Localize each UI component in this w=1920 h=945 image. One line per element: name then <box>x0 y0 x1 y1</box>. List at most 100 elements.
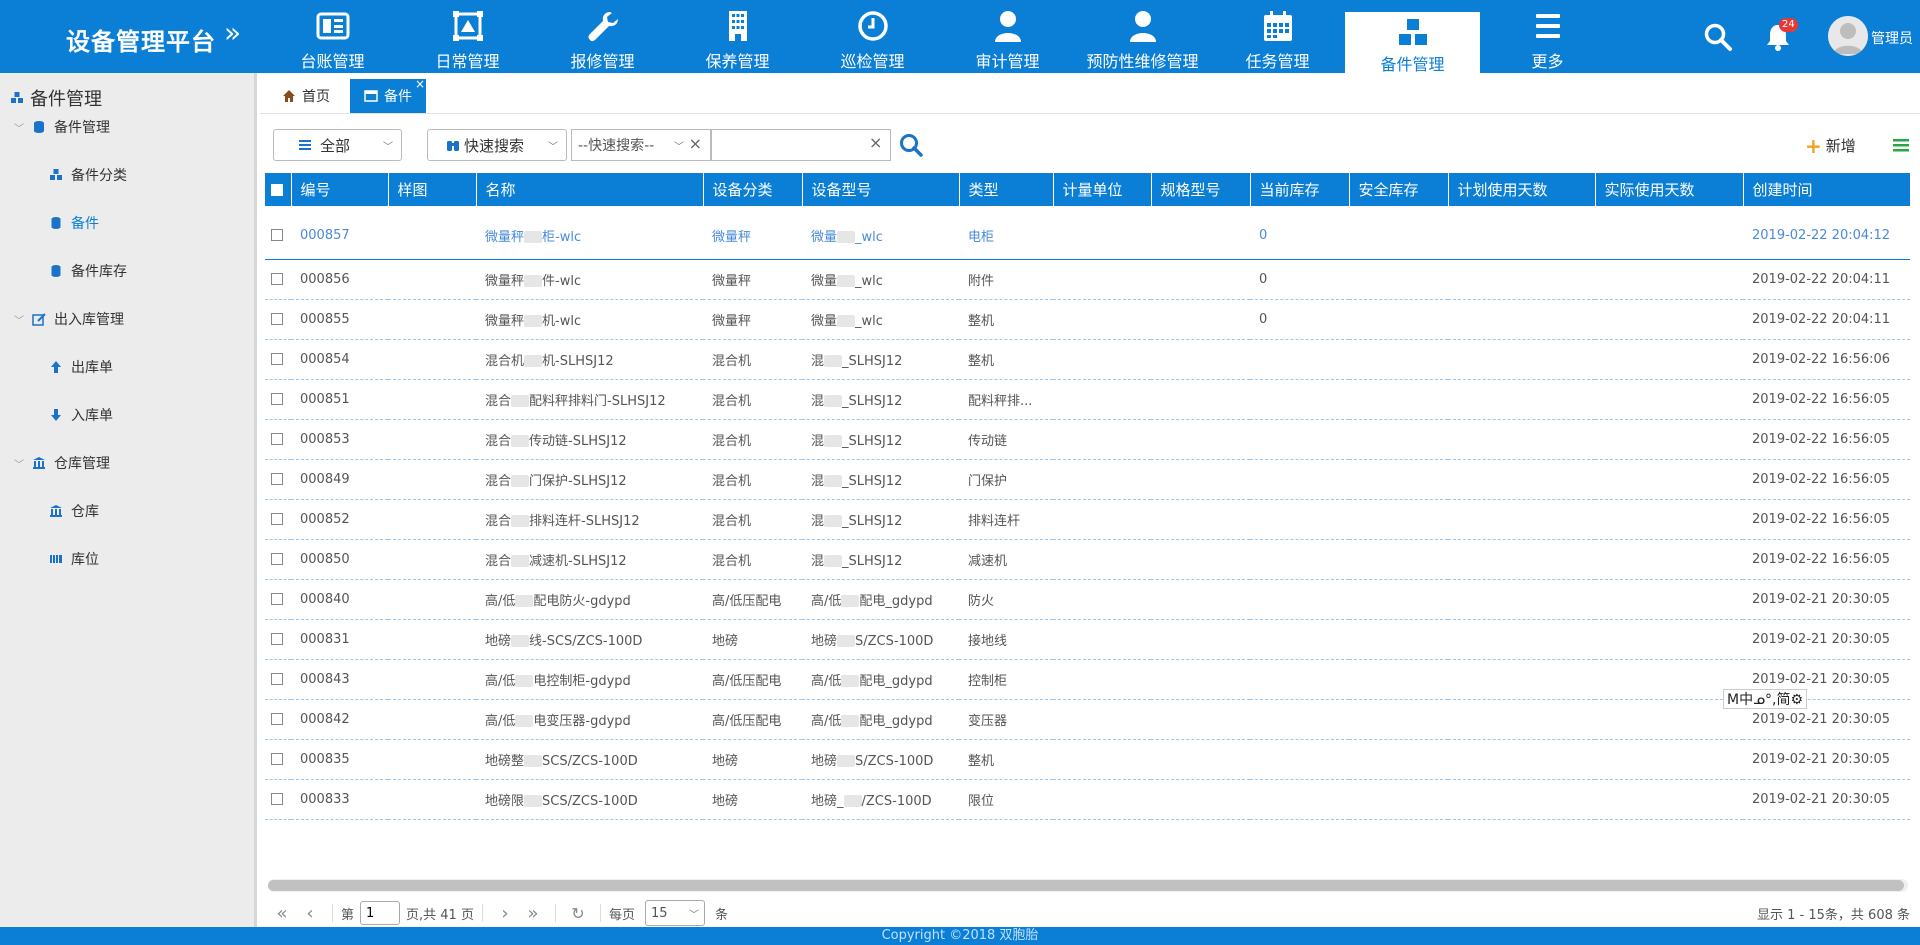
cell-name[interactable]: 混合 门保护-SLHSJ12 <box>476 459 703 500</box>
row-checkbox[interactable] <box>271 633 283 645</box>
table-row[interactable]: 000855 微量秤 机-wlc 微量秤 微量 _wlc 整机 0 2019-02-22 20:… <box>265 299 1910 340</box>
nav-item-6[interactable]: 预防性维修管理 <box>1075 0 1210 73</box>
table-row[interactable]: 000856 微量秤 件-wlc 微量秤 微量 _wlc 附件 0 2019-02-22 20:… <box>265 259 1910 300</box>
cell-name[interactable]: 微量秤 件-wlc <box>476 259 703 300</box>
column-header[interactable]: 样图 <box>388 173 477 206</box>
cell-name[interactable]: 高/低 电变压器-gdypd <box>476 699 703 740</box>
sidebar-item-0-0[interactable]: 备件分类 <box>49 165 127 185</box>
row-checkbox[interactable] <box>271 433 283 445</box>
page-size-select[interactable]: 15 ﹀ <box>644 900 705 926</box>
row-checkbox[interactable] <box>271 229 283 242</box>
table-row[interactable]: 000840 高/低 配电防火-gdypd 高/低压配电 高/低 配电_gdypd 防火 20… <box>265 579 1910 620</box>
table-row[interactable]: 000857 微量秤 柜-wlc 微量秤 微量 _wlc 电柜 0 2019-02-22 20:… <box>265 206 1910 260</box>
column-header[interactable]: 安全库存 <box>1349 173 1449 206</box>
sidebar-group-2[interactable]: ﹀ 仓库管理 <box>14 453 110 473</box>
cell-name[interactable]: 地磅整 SCS/ZCS-100D <box>476 739 703 780</box>
sidebar-item-1-0[interactable]: 出库单 <box>49 357 113 377</box>
cell-name[interactable]: 混合机 机-SLHSJ12 <box>476 339 703 380</box>
nav-item-3[interactable]: 保养管理 <box>670 0 805 73</box>
sidebar-item-2-1[interactable]: 库位 <box>49 549 99 569</box>
search-field-select[interactable]: --快速搜索-- ﹀ × <box>571 129 711 161</box>
nav-item-7[interactable]: 任务管理 <box>1210 0 1345 73</box>
table-row[interactable]: 000853 混合 传动链-SLHSJ12 混合机混 _SLHSJ12 传动链 2019-0… <box>265 419 1910 460</box>
horizontal-scrollbar[interactable] <box>268 879 1908 892</box>
table-row[interactable]: 000842 高/低 电变压器-gdypd 高/低压配电 高/低 配电_gdypd 变压器 2… <box>265 699 1910 740</box>
table-row[interactable]: 000833 地磅限 SCS/ZCS-100D 地磅 地磅_/ZCS-100D 限位 201… <box>265 779 1910 820</box>
nav-item-1[interactable]: 日常管理 <box>400 0 535 73</box>
sidebar-item-0-2[interactable]: 备件库存 <box>49 261 127 281</box>
nav-item-5[interactable]: 审计管理 <box>940 0 1075 73</box>
search-icon[interactable] <box>1703 22 1733 52</box>
table-row[interactable]: 000843 高/低 电控制柜-gdypd 高/低压配电 高/低 配电_gdypd 控制柜 2… <box>265 659 1910 700</box>
tab-home[interactable]: 首页 <box>268 79 344 113</box>
column-header[interactable]: 规格型号 <box>1151 173 1251 206</box>
nav-item-4[interactable]: 巡检管理 <box>805 0 940 73</box>
nav-item-2[interactable]: 报修管理 <box>535 0 670 73</box>
search-input[interactable] <box>711 129 891 161</box>
table-row[interactable]: 000854 混合机 机-SLHSJ12 混合机混 _SLHSJ12 整机 2019-02-… <box>265 339 1910 380</box>
cell-name[interactable]: 高/低 配电防火-gdypd <box>476 579 703 620</box>
column-header[interactable]: 计量单位 <box>1053 173 1152 206</box>
first-page-button[interactable]: « <box>268 903 296 924</box>
sidebar-item-2-0[interactable]: 仓库 <box>49 501 99 521</box>
tab-spare-parts[interactable]: 备件 × <box>350 77 426 113</box>
cell-name[interactable]: 高/低 电控制柜-gdypd <box>476 659 703 700</box>
column-header[interactable]: 创建时间 <box>1743 173 1911 206</box>
column-header[interactable]: 名称 <box>476 173 704 206</box>
row-checkbox[interactable] <box>271 473 283 485</box>
notification-bell-icon[interactable]: 24 <box>1763 18 1798 52</box>
clear-input-icon[interactable]: × <box>869 133 882 152</box>
refresh-icon[interactable]: ↻ <box>564 904 592 923</box>
cell-name[interactable]: 微量秤 柜-wlc <box>476 206 703 260</box>
filter-select[interactable]: 全部 ﹀ <box>273 129 402 161</box>
sidebar-item-1-1[interactable]: 入库单 <box>49 405 113 425</box>
table-row[interactable]: 000835 地磅整 SCS/ZCS-100D 地磅 地磅 S/ZCS-100D 整机 201… <box>265 739 1910 780</box>
row-checkbox[interactable] <box>271 393 283 405</box>
cell-name[interactable]: 地磅限 SCS/ZCS-100D <box>476 779 703 820</box>
table-row[interactable]: 000852 混合 排料连杆-SLHSJ12 混合机混 _SLHSJ12 排料连杆 2019… <box>265 499 1910 540</box>
cell-name[interactable]: 混合 排料连杆-SLHSJ12 <box>476 499 703 540</box>
clear-select-icon[interactable]: × <box>689 134 702 153</box>
cell-name[interactable]: 地磅 线-SCS/ZCS-100D <box>476 619 703 660</box>
page-number-input[interactable] <box>360 901 401 925</box>
cell-name[interactable]: 微量秤 机-wlc <box>476 299 703 340</box>
column-header[interactable]: 当前库存 <box>1250 173 1350 206</box>
table-row[interactable]: 000851 混合 配料秤排料门-SLHSJ12 混合机混 _SLHSJ12 配料秤排..… <box>265 379 1910 420</box>
cell-name[interactable]: 混合 传动链-SLHSJ12 <box>476 419 703 460</box>
row-checkbox[interactable] <box>271 353 283 365</box>
avatar[interactable] <box>1828 16 1868 56</box>
column-settings-icon[interactable] <box>1891 135 1911 155</box>
row-checkbox[interactable] <box>271 273 283 285</box>
row-checkbox[interactable] <box>271 553 283 565</box>
add-button[interactable]: + 新增 <box>1805 135 1856 156</box>
cell-name[interactable]: 混合 配料秤排料门-SLHSJ12 <box>476 379 703 420</box>
row-checkbox[interactable] <box>271 313 283 325</box>
scrollbar-thumb[interactable] <box>268 880 1904 891</box>
row-checkbox[interactable] <box>271 793 283 805</box>
row-checkbox[interactable] <box>271 673 283 685</box>
row-checkbox[interactable] <box>271 753 283 765</box>
column-header[interactable]: 设备型号 <box>802 173 960 206</box>
nav-item-8[interactable]: 备件管理 <box>1345 12 1480 74</box>
sidebar-item-0-1[interactable]: 备件 <box>49 213 99 233</box>
select-all-checkbox[interactable] <box>271 184 283 196</box>
sidebar-group-0[interactable]: ﹀ 备件管理 <box>14 117 110 137</box>
ime-toolbar[interactable]: M中ᓄ°,简⚙ <box>1723 689 1808 709</box>
column-header[interactable]: 计划使用天数 <box>1448 173 1596 206</box>
column-header[interactable]: 类型 <box>959 173 1054 206</box>
user-name[interactable]: 管理员 <box>1871 28 1913 48</box>
nav-item-0[interactable]: 台账管理 <box>265 0 400 73</box>
sidebar-toggle-button[interactable]: » <box>224 19 241 47</box>
row-checkbox[interactable] <box>271 593 283 605</box>
nav-item-9[interactable]: 更多 <box>1480 0 1615 73</box>
table-row[interactable]: 000850 混合 减速机-SLHSJ12 混合机混 _SLHSJ12 减速机 2019-0… <box>265 539 1910 580</box>
table-row[interactable]: 000849 混合 门保护-SLHSJ12 混合机混 _SLHSJ12 门保护 2019-0… <box>265 459 1910 500</box>
column-header[interactable]: 实际使用天数 <box>1595 173 1744 206</box>
search-icon[interactable] <box>898 132 924 158</box>
table-row[interactable]: 000831 地磅 线-SCS/ZCS-100D 地磅 地磅 S/ZCS-100D 接地线 2… <box>265 619 1910 660</box>
row-checkbox[interactable] <box>271 513 283 525</box>
cell-name[interactable]: 混合 减速机-SLHSJ12 <box>476 539 703 580</box>
next-page-button[interactable]: › <box>491 903 519 924</box>
row-checkbox[interactable] <box>271 713 283 725</box>
prev-page-button[interactable]: ‹ <box>296 903 324 924</box>
